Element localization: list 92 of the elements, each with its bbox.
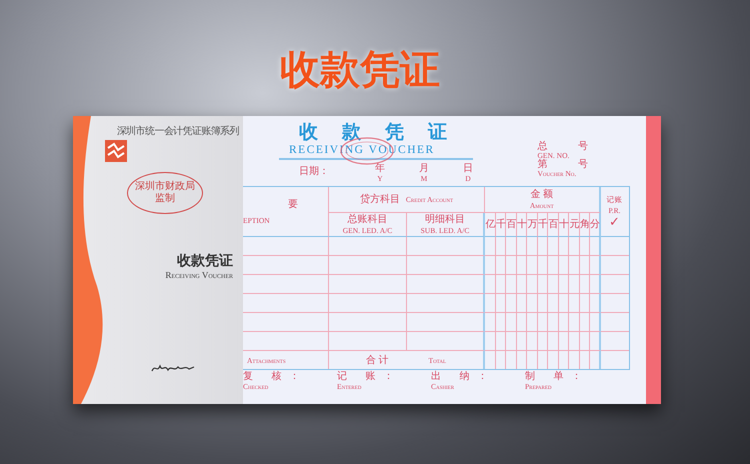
table-cell xyxy=(569,275,580,294)
table-cell xyxy=(516,313,527,332)
total-label: 合 计 xyxy=(366,354,388,366)
digit-label: 分 xyxy=(590,219,599,230)
table-cell xyxy=(516,275,527,294)
table-cell xyxy=(527,294,538,313)
description-label: 要 xyxy=(288,199,298,210)
table-cell xyxy=(558,332,569,351)
table-cell xyxy=(569,256,580,275)
digit-label: 千 xyxy=(538,219,547,230)
table-cell xyxy=(496,332,506,351)
number-label: 第 号 xyxy=(538,160,602,169)
signature-label: 制 单： xyxy=(525,372,590,382)
general-ledger-label: 总账科目 xyxy=(348,214,388,224)
digit-label: 角 xyxy=(580,219,589,230)
table-cell xyxy=(569,313,580,332)
cover-title: 收款凭证 xyxy=(177,252,233,270)
table-cell xyxy=(580,256,590,275)
date-label: 日期： xyxy=(299,164,329,178)
sub-ledger-label: 明细科目 xyxy=(425,214,465,224)
date-part-label: 日 xyxy=(463,164,473,174)
table-cell xyxy=(506,275,516,294)
table-cell xyxy=(569,294,580,313)
table-cell xyxy=(580,332,590,351)
table-cell xyxy=(548,275,558,294)
table-cell xyxy=(496,294,506,313)
digit-label: 十 xyxy=(516,219,526,230)
table-cell xyxy=(506,332,516,351)
table-cell xyxy=(590,332,600,351)
table-cell xyxy=(548,332,558,351)
digit-label: 亿 xyxy=(485,219,494,230)
table-cell xyxy=(590,294,600,313)
table-cell xyxy=(506,294,516,313)
table-cell xyxy=(496,275,506,294)
stamp-text: 监制 xyxy=(155,193,175,205)
table-cell xyxy=(527,256,538,275)
table-cell xyxy=(538,275,548,294)
table-cell xyxy=(516,332,527,351)
logo-icon xyxy=(105,140,127,162)
credit-account-label: 贷方科目 xyxy=(360,194,400,205)
digit-label: 百 xyxy=(506,219,516,230)
table-cell xyxy=(538,294,548,313)
digit-label: 千 xyxy=(496,219,505,230)
form-title: 收款凭证 xyxy=(298,122,472,144)
table-cell xyxy=(580,313,590,332)
date-part-label: 月 xyxy=(419,164,429,174)
table-cell xyxy=(527,332,538,351)
signature-label: 出 纳： xyxy=(431,372,496,382)
table-cell xyxy=(485,332,496,351)
table-cell xyxy=(558,313,569,332)
table-cell xyxy=(538,313,548,332)
table-cell xyxy=(558,294,569,313)
signature-label: 记 账： xyxy=(337,372,402,382)
amount-label: 金 额 xyxy=(530,188,553,200)
table-cell xyxy=(548,256,558,275)
digit-label: 元 xyxy=(569,219,578,230)
table-cell xyxy=(569,332,580,351)
signature-drawing xyxy=(151,362,195,374)
digit-label: 百 xyxy=(548,219,558,230)
table-cell xyxy=(590,275,600,294)
table-cell xyxy=(580,294,590,313)
number-label: 总 号 xyxy=(538,142,602,151)
table-cell xyxy=(590,313,600,332)
table-cell xyxy=(548,294,558,313)
table-cell xyxy=(485,313,496,332)
series-text: 深圳市统一会计凭证账簿系列 xyxy=(116,124,239,138)
table-cell xyxy=(516,256,527,275)
table-cell xyxy=(485,294,496,313)
table-cell xyxy=(506,256,516,275)
table-cell xyxy=(496,256,506,275)
table-cell xyxy=(506,313,516,332)
table-cell xyxy=(485,256,496,275)
stamp-text: 深圳市财政局 xyxy=(135,181,195,192)
table-cell xyxy=(558,256,569,275)
table-cell xyxy=(496,313,506,332)
table-cell xyxy=(590,256,600,275)
table-cell xyxy=(527,313,538,332)
table-cell xyxy=(485,275,496,294)
digit-label: 万 xyxy=(527,219,536,230)
table-cell xyxy=(538,332,548,351)
table-cell xyxy=(538,256,548,275)
digit-label: 十 xyxy=(558,219,568,230)
signature-label: 复 核： xyxy=(243,372,308,382)
table-cell xyxy=(548,313,558,332)
cover-subtitle: Receiving Voucher xyxy=(165,270,233,280)
table-cell xyxy=(558,275,569,294)
table-cell xyxy=(580,275,590,294)
page-heading: 收款凭证 xyxy=(280,46,440,94)
table-cell xyxy=(527,275,538,294)
table-cell xyxy=(516,294,527,313)
date-part-label: 年 xyxy=(375,164,385,174)
check-mark: ✓ xyxy=(609,216,620,230)
